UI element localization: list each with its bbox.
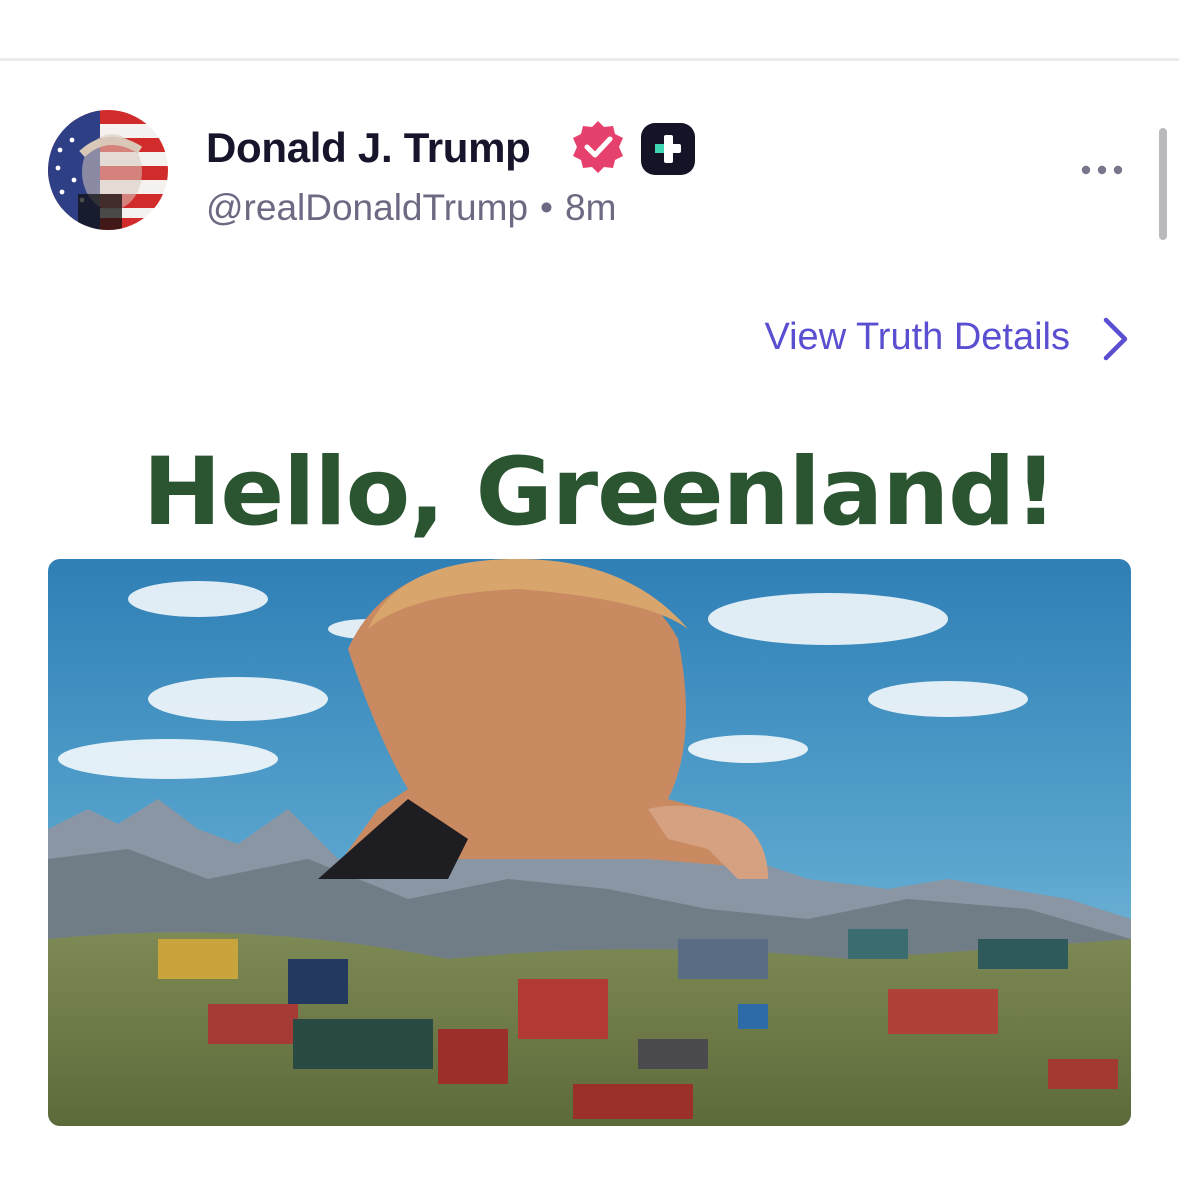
- author-name[interactable]: Donald J. Trump: [206, 124, 531, 172]
- meta-separator: •: [540, 187, 554, 228]
- verified-badge-icon: [573, 121, 623, 173]
- chevron-right-icon: [1103, 317, 1128, 361]
- view-truth-details-link[interactable]: View Truth Details: [730, 316, 1140, 366]
- image-headline: Hello, Greenland!: [142, 438, 1058, 547]
- timestamp[interactable]: 8m: [565, 187, 616, 228]
- view-truth-details-label: View Truth Details: [764, 316, 1070, 358]
- scrollbar-thumb[interactable]: [1159, 128, 1167, 240]
- more-horizontal-icon[interactable]: [1078, 160, 1126, 180]
- handle[interactable]: @realDonaldTrump: [206, 187, 528, 228]
- plus-badge-icon: [641, 123, 695, 175]
- avatar[interactable]: [48, 110, 168, 230]
- top-divider: [0, 58, 1179, 61]
- post-meta: @realDonaldTrump • 8m: [206, 187, 616, 229]
- post-image[interactable]: [48, 559, 1131, 1126]
